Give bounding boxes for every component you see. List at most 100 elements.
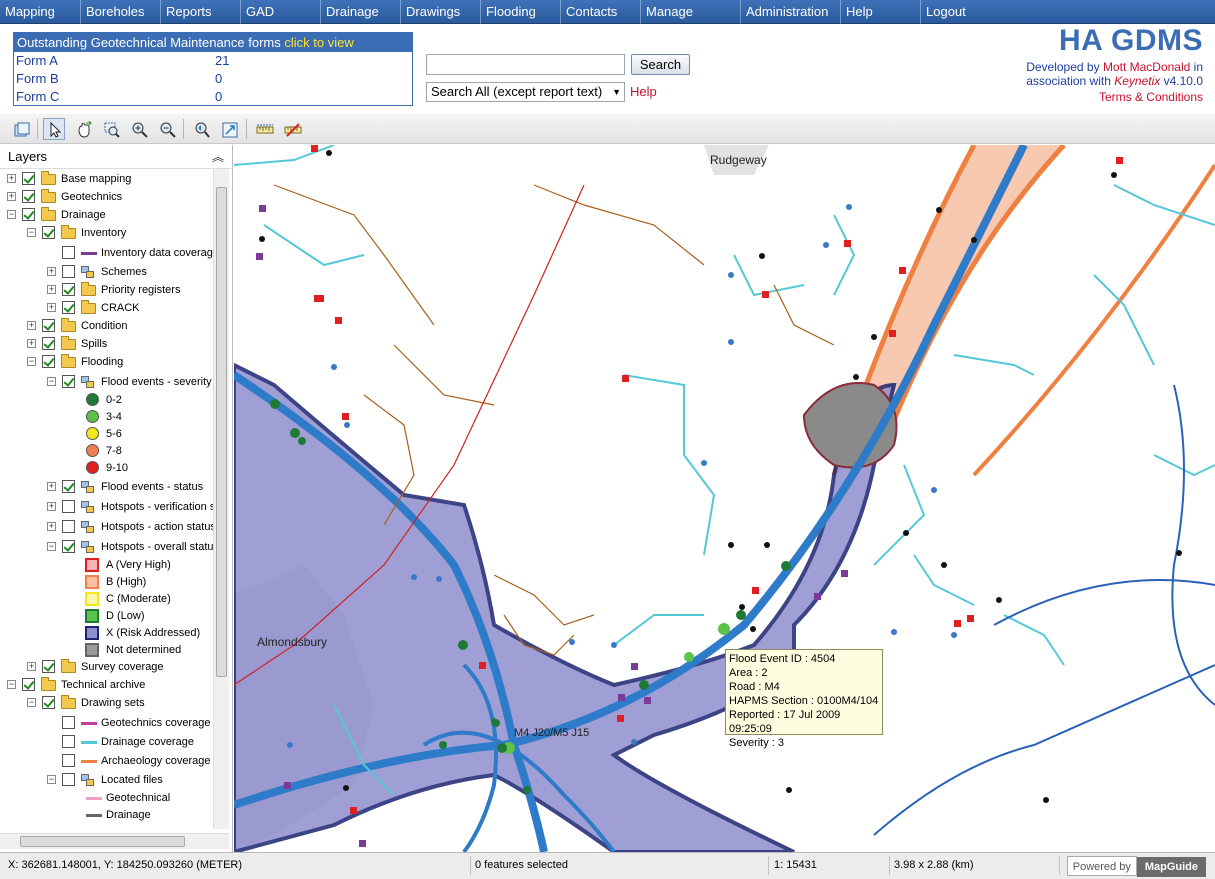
layer-checkbox[interactable] — [42, 355, 55, 368]
header: Outstanding Geotechnical Maintenance for… — [0, 24, 1215, 114]
layer-label: D (Low) — [106, 610, 145, 622]
menu-contacts[interactable]: Contacts — [560, 0, 617, 24]
expand-icon[interactable]: + — [7, 174, 16, 183]
map-view[interactable]: Rudgeway Almondsbury M4 J20/M5 J15 Flood… — [234, 145, 1215, 852]
layer-checkbox[interactable] — [62, 480, 75, 493]
powered-by-badge: Powered by MapGuide — [1066, 856, 1206, 877]
layer-checkbox[interactable] — [62, 375, 75, 388]
layer-checkbox[interactable] — [62, 716, 75, 729]
collapse-icon[interactable]: − — [27, 357, 36, 366]
layer-checkbox[interactable] — [42, 337, 55, 350]
collapse-icon[interactable]: ︽ — [212, 145, 224, 169]
expand-icon[interactable]: + — [27, 321, 36, 330]
layer-checkbox[interactable] — [62, 301, 75, 314]
click-to-view-link[interactable]: click to view — [284, 35, 353, 50]
expand-icon[interactable]: + — [47, 522, 56, 531]
menu-flooding[interactable]: Flooding — [480, 0, 536, 24]
form-a-label[interactable]: Form A — [16, 52, 58, 70]
scroll-thumb[interactable] — [216, 187, 227, 677]
junction-label: M4 J20/M5 J15 — [514, 727, 590, 739]
terms-link[interactable]: Terms & Conditions — [1099, 90, 1203, 104]
layers-horizontal-scrollbar[interactable] — [0, 833, 229, 849]
layer-checkbox[interactable] — [22, 190, 35, 203]
search-button[interactable]: Search — [631, 54, 690, 75]
map-canvas[interactable] — [234, 145, 1215, 852]
zoom-in-icon[interactable] — [128, 118, 150, 140]
folder-icon — [61, 695, 76, 709]
layer-checkbox[interactable] — [62, 265, 75, 278]
layer-checkbox[interactable] — [62, 283, 75, 296]
expand-icon[interactable]: + — [47, 482, 56, 491]
folder-icon — [41, 189, 56, 203]
layer-group-icon — [81, 376, 95, 389]
line-symbol-icon — [81, 741, 97, 744]
form-c-label[interactable]: Form C — [16, 88, 59, 106]
menu-drawings[interactable]: Drawings — [400, 0, 460, 24]
menu-gad[interactable]: GAD — [240, 0, 274, 24]
tooltip-area: Area : 2 — [729, 667, 768, 679]
dev-prefix: Developed by — [1026, 60, 1100, 74]
form-b-label[interactable]: Form B — [16, 70, 59, 88]
layer-checkbox[interactable] — [22, 208, 35, 221]
layers-vertical-scrollbar[interactable] — [213, 169, 229, 829]
layer-label: 5-6 — [106, 428, 122, 440]
measure-icon[interactable] — [253, 118, 275, 140]
layer-checkbox[interactable] — [62, 246, 75, 259]
layer-group-icon — [81, 481, 95, 494]
expand-icon[interactable]: + — [27, 339, 36, 348]
layer-label: Located files — [101, 774, 163, 786]
form-c-count[interactable]: 0 — [215, 88, 222, 106]
menu-boreholes[interactable]: Boreholes — [80, 0, 145, 24]
form-b-row[interactable]: Form B 0 — [14, 70, 412, 88]
layer-checkbox[interactable] — [62, 773, 75, 786]
menu-logout[interactable]: Logout — [920, 0, 966, 24]
form-c-row[interactable]: Form C 0 — [14, 88, 412, 106]
layer-checkbox[interactable] — [62, 500, 75, 513]
collapse-icon[interactable]: − — [27, 698, 36, 707]
menu-manage[interactable]: Manage — [640, 0, 693, 24]
zoom-previous-icon[interactable] — [190, 118, 212, 140]
select-pointer-icon[interactable] — [43, 118, 65, 140]
layer-checkbox[interactable] — [22, 678, 35, 691]
layer-checkbox[interactable] — [62, 540, 75, 553]
menu-help[interactable]: Help — [840, 0, 873, 24]
expand-icon[interactable]: + — [47, 267, 56, 276]
expand-icon[interactable]: + — [47, 303, 56, 312]
layer-checkbox[interactable] — [42, 226, 55, 239]
clear-measure-icon[interactable] — [281, 118, 303, 140]
menu-reports[interactable]: Reports — [160, 0, 212, 24]
layer-checkbox[interactable] — [42, 319, 55, 332]
expand-icon[interactable]: + — [27, 662, 36, 671]
collapse-icon[interactable]: − — [7, 680, 16, 689]
expand-icon[interactable]: + — [47, 502, 56, 511]
menu-drainage[interactable]: Drainage — [320, 0, 379, 24]
copy-map-icon[interactable] — [10, 118, 32, 140]
collapse-icon[interactable]: − — [47, 542, 56, 551]
pan-icon[interactable] — [72, 118, 94, 140]
search-scope-select[interactable]: Search All (except report text) ▼ — [426, 82, 625, 102]
layer-checkbox[interactable] — [42, 660, 55, 673]
zoom-extents-icon[interactable] — [218, 118, 240, 140]
form-b-count[interactable]: 0 — [215, 70, 222, 88]
zoom-out-icon[interactable] — [156, 118, 178, 140]
menu-mapping[interactable]: Mapping — [0, 0, 55, 24]
layer-checkbox[interactable] — [62, 735, 75, 748]
collapse-icon[interactable]: − — [47, 775, 56, 784]
search-input[interactable] — [426, 54, 625, 75]
toolbar-separator — [37, 119, 38, 139]
form-a-row[interactable]: Form A 21 — [14, 52, 412, 70]
collapse-icon[interactable]: − — [27, 228, 36, 237]
menu-administration[interactable]: Administration — [740, 0, 828, 24]
scroll-thumb[interactable] — [20, 836, 185, 847]
search-help-link[interactable]: Help — [630, 84, 657, 99]
zoom-rectangle-icon[interactable] — [100, 118, 122, 140]
expand-icon[interactable]: + — [47, 285, 56, 294]
expand-icon[interactable]: + — [7, 192, 16, 201]
layer-checkbox[interactable] — [22, 172, 35, 185]
form-a-count[interactable]: 21 — [215, 52, 229, 70]
collapse-icon[interactable]: − — [7, 210, 16, 219]
layer-checkbox[interactable] — [62, 520, 75, 533]
collapse-icon[interactable]: − — [47, 377, 56, 386]
layer-checkbox[interactable] — [42, 696, 55, 709]
layer-checkbox[interactable] — [62, 754, 75, 767]
